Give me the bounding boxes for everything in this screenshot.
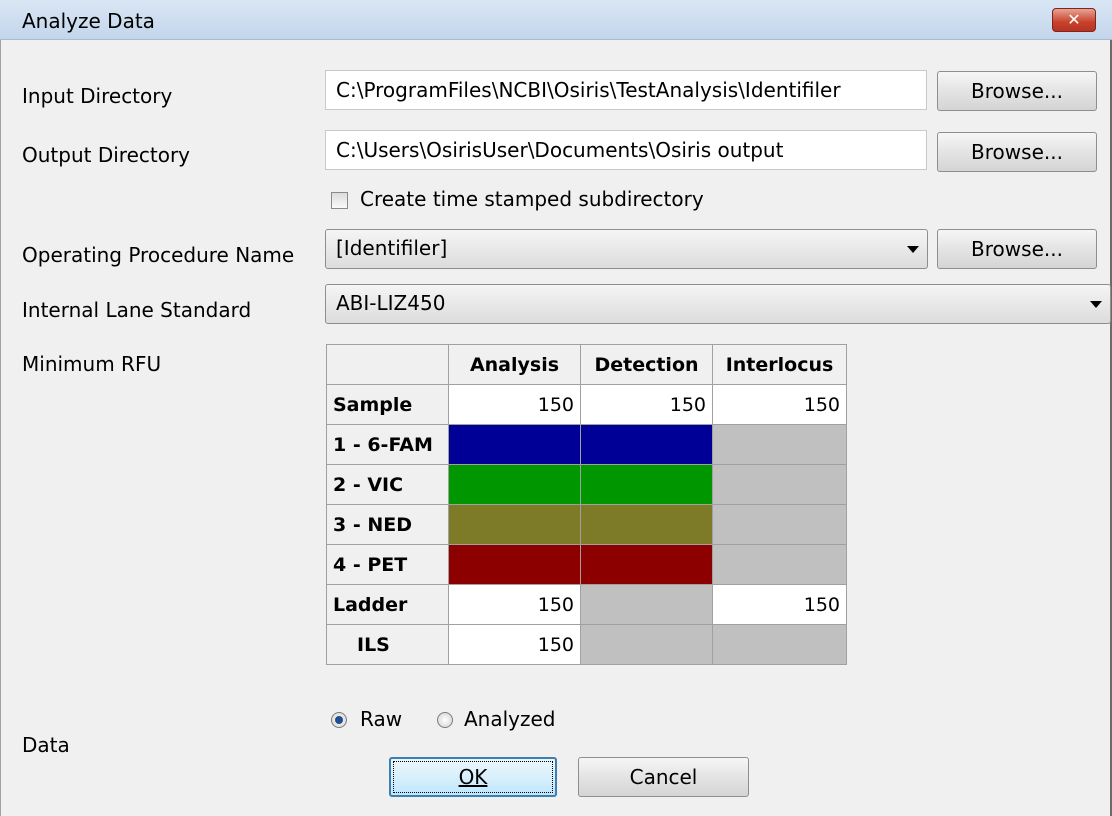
channel-3-analysis-cell[interactable] [448,504,581,545]
rfu-row-label: 4 - PET [326,544,449,585]
rfu-column-interlocus: Interlocus [712,344,847,385]
window-title: Analyze Data [22,9,155,33]
rfu-row-channel-3: 3 - NED [326,504,847,545]
cancel-button-label: Cancel [629,765,698,789]
rfu-column-detection: Detection [580,344,713,385]
rfu-row-channel-4: 4 - PET [326,544,847,585]
operating-procedure-browse-button[interactable]: Browse... [937,229,1097,269]
ladder-detection-disabled [580,584,713,625]
channel-3-detection-cell[interactable] [580,504,713,545]
output-directory-browse-button[interactable]: Browse... [937,132,1097,172]
channel-4-interlocus-disabled [712,544,847,585]
channel-1-analysis-cell[interactable] [448,424,581,465]
output-directory-field[interactable]: C:\Users\OsirisUser\Documents\Osiris out… [325,130,927,170]
window-border-left [0,40,1,816]
rfu-corner-cell [326,344,449,385]
rfu-row-ils: ILS 150 [326,624,847,665]
ils-detection-disabled [580,624,713,665]
operating-procedure-value: [Identifiler] [336,236,448,260]
title-bar: Analyze Data ✕ [0,0,1112,40]
output-directory-label: Output Directory [22,143,191,167]
channel-2-detection-cell[interactable] [580,464,713,505]
analyzed-radio-label[interactable]: Analyzed [464,707,556,731]
analyzed-radio[interactable] [437,712,453,728]
rfu-row-label: 1 - 6-FAM [326,424,449,465]
internal-lane-standard-dropdown[interactable]: ABI-LIZ450 [325,284,1111,324]
ils-analysis-cell[interactable]: 150 [448,624,581,665]
rfu-row-channel-1: 1 - 6-FAM [326,424,847,465]
rfu-row-label: 2 - VIC [326,464,449,505]
raw-radio[interactable] [331,712,347,728]
channel-4-analysis-cell[interactable] [448,544,581,585]
dropdown-arrow-icon [907,246,919,253]
channel-4-detection-cell[interactable] [580,544,713,585]
sample-detection-cell[interactable]: 150 [580,384,713,425]
raw-radio-label[interactable]: Raw [360,707,402,731]
rfu-row-sample: Sample 150 150 150 [326,384,847,425]
input-directory-label: Input Directory [22,84,173,108]
sample-analysis-cell[interactable]: 150 [448,384,581,425]
input-directory-browse-button[interactable]: Browse... [937,71,1097,111]
timestamp-checkbox-label[interactable]: Create time stamped subdirectory [360,187,704,211]
channel-1-interlocus-disabled [712,424,847,465]
rfu-row-label: Ladder [326,584,449,625]
cancel-button[interactable]: Cancel [578,757,749,797]
internal-lane-standard-label: Internal Lane Standard [22,298,252,322]
channel-2-interlocus-disabled [712,464,847,505]
radio-selected-dot [335,716,343,724]
close-button[interactable]: ✕ [1052,8,1096,32]
input-directory-field[interactable]: C:\ProgramFiles\NCBI\Osiris\TestAnalysis… [325,70,927,110]
rfu-row-label: Sample [326,384,449,425]
rfu-row-label: ILS [326,624,449,665]
channel-2-analysis-cell[interactable] [448,464,581,505]
rfu-column-analysis: Analysis [448,344,581,385]
ladder-interlocus-cell[interactable]: 150 [712,584,847,625]
channel-3-interlocus-disabled [712,504,847,545]
channel-1-detection-cell[interactable] [580,424,713,465]
operating-procedure-label: Operating Procedure Name [22,243,295,267]
operating-procedure-dropdown[interactable]: [Identifiler] [325,229,928,269]
ok-button-label: OK [458,765,488,789]
timestamp-checkbox[interactable] [331,192,348,209]
ils-interlocus-disabled [712,624,847,665]
rfu-row-channel-2: 2 - VIC [326,464,847,505]
minimum-rfu-label: Minimum RFU [22,352,162,376]
rfu-row-label: 3 - NED [326,504,449,545]
close-icon: ✕ [1067,10,1081,29]
data-label: Data [22,733,70,757]
sample-interlocus-cell[interactable]: 150 [712,384,847,425]
ok-button[interactable]: OK [389,757,557,797]
minimum-rfu-grid: Analysis Detection Interlocus Sample 150… [326,344,847,665]
rfu-row-ladder: Ladder 150 150 [326,584,847,625]
internal-lane-standard-value: ABI-LIZ450 [336,291,446,315]
rfu-header-row: Analysis Detection Interlocus [326,344,847,385]
ladder-analysis-cell[interactable]: 150 [448,584,581,625]
dropdown-arrow-icon [1090,301,1102,308]
